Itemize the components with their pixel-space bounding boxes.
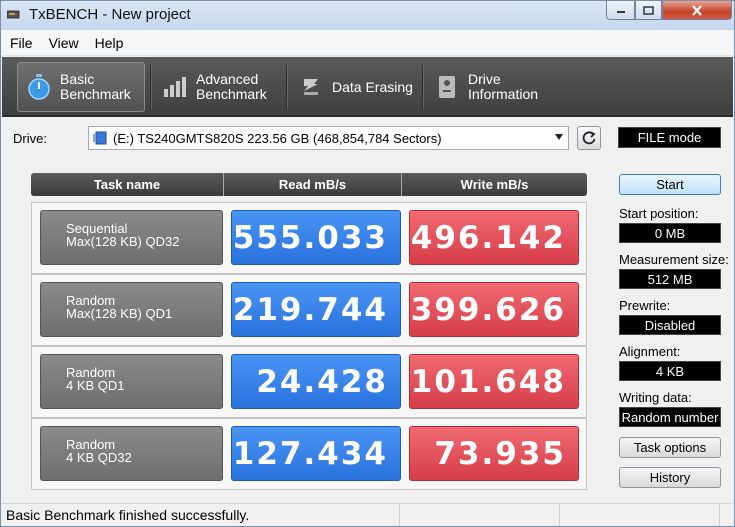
drive-label: Drive: — [13, 131, 47, 146]
task-name-button[interactable]: Sequential Max(128 KB) QD32 — [40, 210, 223, 265]
disk-icon — [93, 131, 107, 145]
prewrite-label: Prewrite: — [619, 298, 671, 313]
tab-data-erasing[interactable]: Data Erasing — [290, 62, 418, 112]
drive-select-value: (E:) TS240GMTS820S 223.56 GB (468,854,78… — [113, 130, 442, 146]
table-row: Random Max(128 KB) QD1 219.744 399.626 — [31, 274, 587, 346]
bar-chart-icon — [162, 74, 188, 100]
header-write: Write mB/s — [460, 177, 529, 192]
status-segment — [560, 504, 720, 526]
tab-advanced-line2: Benchmark — [196, 86, 267, 102]
table-row: Random 4 KB QD1 24.428 101.648 — [31, 346, 587, 418]
tab-label: Advanced Benchmark — [196, 72, 267, 102]
history-button[interactable]: History — [619, 467, 721, 488]
close-icon — [692, 4, 702, 16]
app-window: TxBENCH - New project File View Help Bas… — [0, 0, 735, 527]
minimize-icon — [616, 11, 625, 13]
start-button[interactable]: Start — [619, 174, 721, 195]
eraser-icon — [298, 74, 324, 100]
tab-basic-benchmark[interactable]: Basic Benchmark — [17, 62, 145, 112]
write-value: 399.626 — [409, 282, 579, 337]
table-row: Random 4 KB QD32 127.434 73.935 — [31, 418, 587, 490]
task-name-button[interactable]: Random Max(128 KB) QD1 — [40, 282, 223, 337]
measurement-size-label: Measurement size: — [619, 252, 729, 267]
tab-drive-line2: Information — [468, 86, 539, 102]
status-segment — [400, 504, 560, 526]
file-mode-indicator: FILE mode — [618, 127, 721, 148]
status-text: Basic Benchmark finished successfully. — [2, 504, 400, 526]
close-button[interactable] — [662, 1, 732, 20]
start-position-field[interactable]: 0 MB — [619, 223, 721, 243]
header-read: Read mB/s — [224, 173, 402, 196]
tab-basic-line2: Benchmark — [60, 86, 131, 102]
title-bar: TxBENCH - New project — [1, 1, 734, 30]
refresh-button[interactable] — [577, 126, 601, 150]
tab-separator — [422, 65, 423, 109]
tab-toolbar: Basic Benchmark Advanced Benchmark Data Er… — [2, 57, 733, 117]
task-name-line2: Max(128 KB) QD1 — [66, 306, 173, 321]
tab-erasing-label: Data Erasing — [332, 78, 413, 95]
task-name-line2: Max(128 KB) QD32 — [66, 234, 180, 249]
drive-info-icon — [434, 74, 460, 100]
results-table-header: Task name Read mB/s Write mB/s — [31, 173, 587, 196]
read-value: 24.428 — [231, 354, 401, 409]
write-value: 496.142 — [409, 210, 579, 265]
status-bar: Basic Benchmark finished successfully. — [2, 503, 733, 526]
alignment-field[interactable]: 4 KB — [619, 361, 721, 381]
refresh-icon — [582, 131, 596, 145]
tab-basic-line1: Basic — [60, 71, 95, 87]
menu-file[interactable]: File — [2, 35, 41, 51]
write-value: 101.648 — [409, 354, 579, 409]
task-name-button[interactable]: Random 4 KB QD32 — [40, 426, 223, 481]
alignment-label: Alignment: — [619, 344, 681, 359]
tab-separator — [150, 65, 151, 109]
start-position-label: Start position: — [619, 206, 699, 221]
tab-drive-information[interactable]: Drive Information — [426, 62, 556, 112]
drive-select[interactable]: (E:) TS240GMTS820S 223.56 GB (468,854,78… — [88, 126, 569, 150]
dropdown-arrow-icon — [555, 134, 563, 140]
maximize-icon — [643, 5, 654, 15]
stopwatch-icon — [26, 74, 52, 100]
write-value: 73.935 — [409, 426, 579, 481]
tab-drive-line1: Drive — [468, 71, 501, 87]
task-name-button[interactable]: Random 4 KB QD1 — [40, 354, 223, 409]
maximize-button[interactable] — [635, 1, 662, 20]
measurement-size-field[interactable]: 512 MB — [619, 269, 721, 289]
task-name-line2: 4 KB QD32 — [66, 450, 132, 465]
menu-help[interactable]: Help — [87, 35, 132, 51]
window-title: TxBENCH - New project — [29, 6, 191, 23]
read-value: 555.033 — [231, 210, 401, 265]
prewrite-field[interactable]: Disabled — [619, 315, 721, 335]
menu-view[interactable]: View — [41, 35, 87, 51]
tab-label: Drive Information — [468, 72, 538, 102]
table-row: Sequential Max(128 KB) QD32 555.033 496.1… — [31, 202, 587, 274]
header-task-name: Task name — [31, 173, 224, 196]
task-options-button[interactable]: Task options — [619, 437, 721, 458]
tab-advanced-line1: Advanced — [196, 71, 259, 87]
tab-label: Basic Benchmark — [60, 72, 131, 102]
menu-bar: File View Help — [2, 30, 733, 56]
task-name-line2: 4 KB QD1 — [66, 378, 125, 393]
read-value: 219.744 — [231, 282, 401, 337]
read-value: 127.434 — [231, 426, 401, 481]
writing-data-field[interactable]: Random number — [619, 407, 721, 427]
writing-data-label: Writing data: — [619, 390, 692, 405]
tab-advanced-benchmark[interactable]: Advanced Benchmark — [154, 62, 284, 112]
minimize-button[interactable] — [606, 1, 635, 20]
tab-separator — [286, 65, 287, 109]
app-icon — [7, 10, 20, 19]
